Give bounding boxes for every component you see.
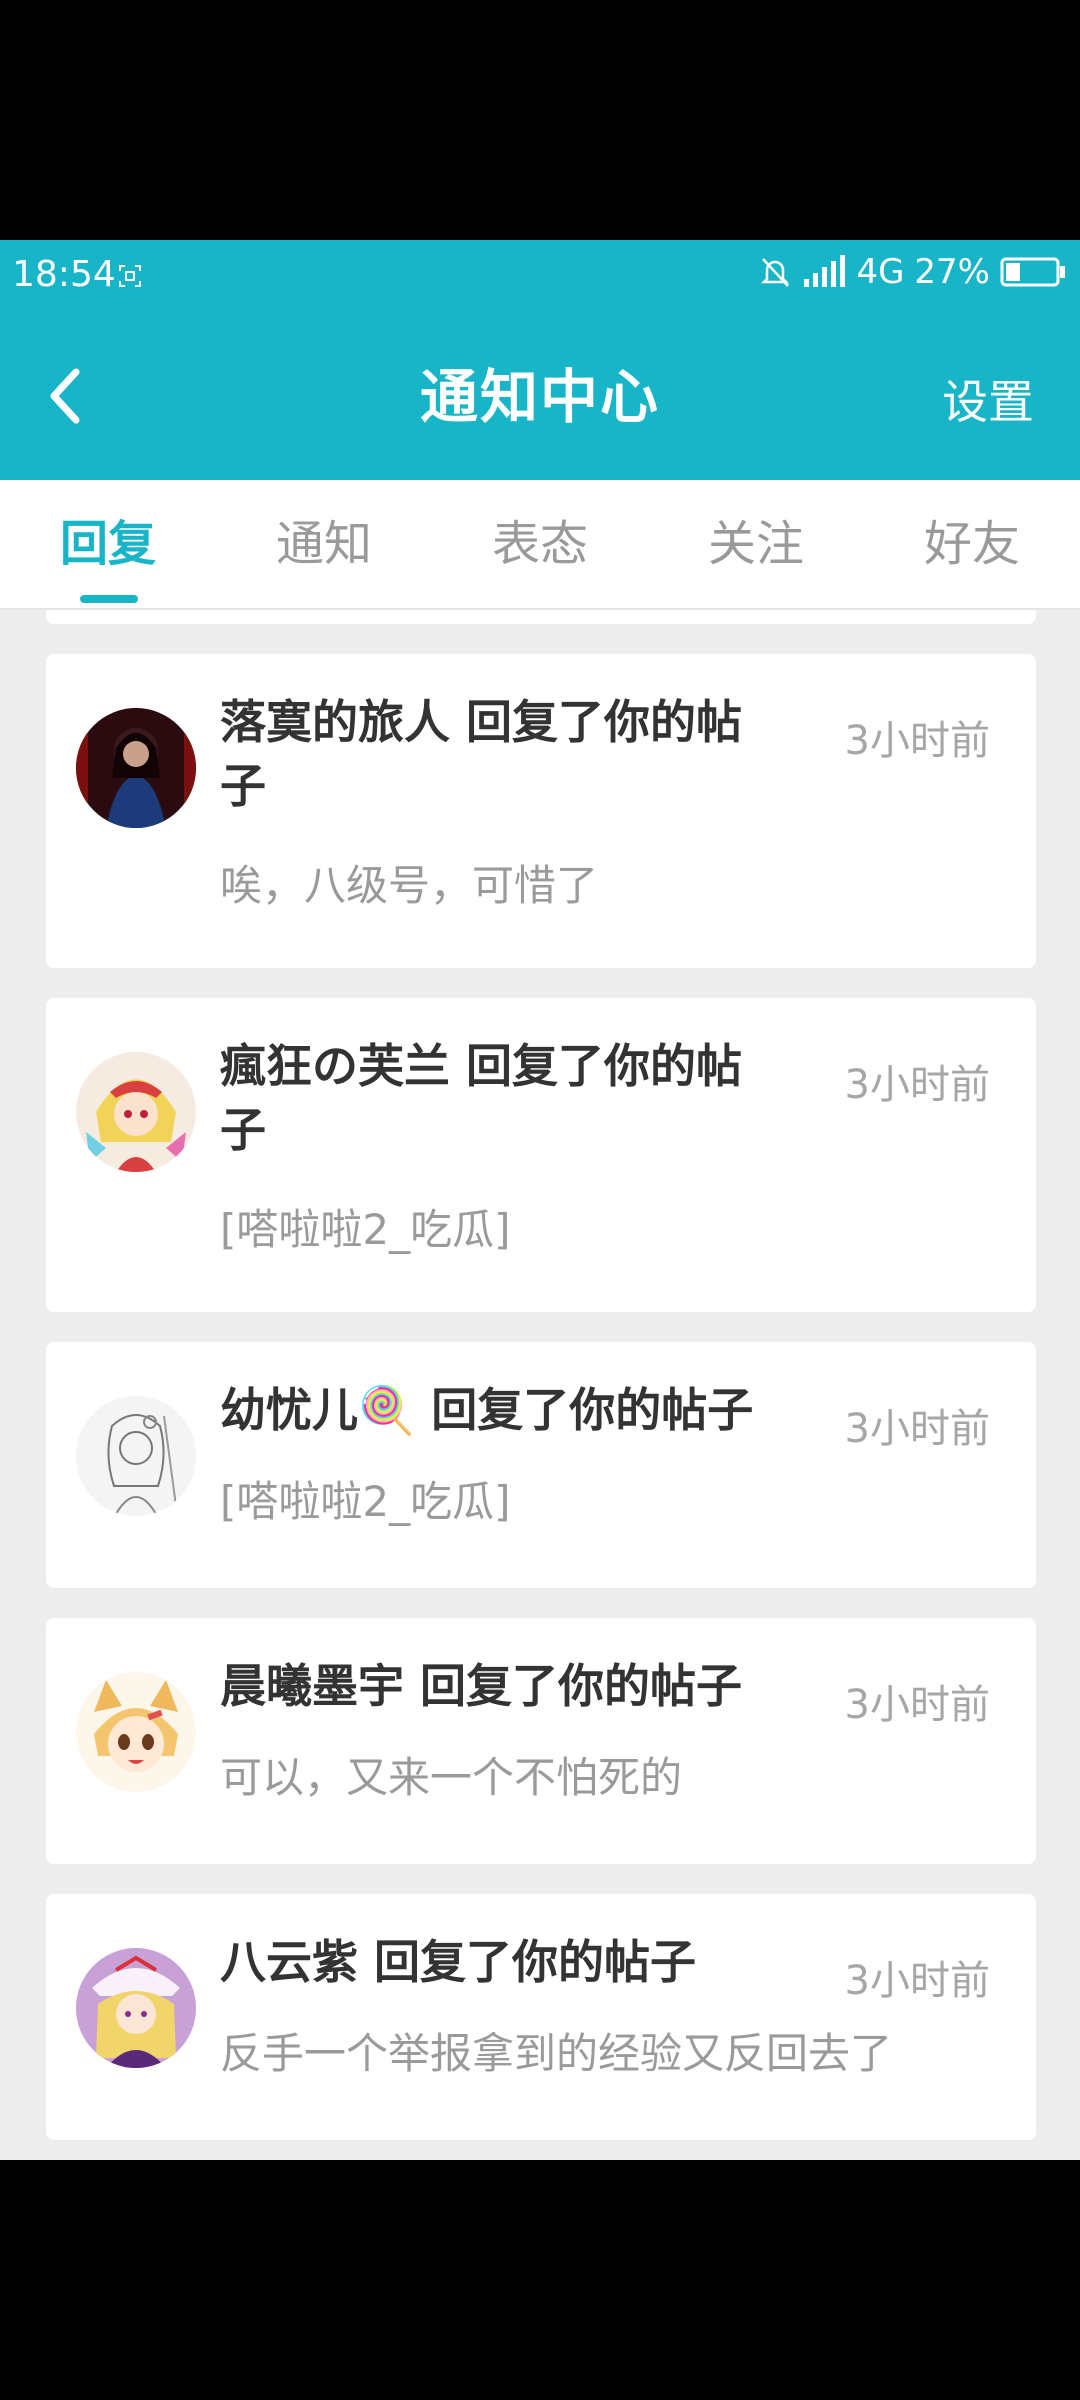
notification-title: 八云紫 回复了你的帖子 xyxy=(220,1930,780,1994)
title-bar: 通知中心 设置 xyxy=(0,314,1080,480)
list-item[interactable]: 瘋狂の芙兰 回复了你的帖子 3小时前 [嗒啦啦2_吃瓜] xyxy=(46,998,1036,1312)
action-text: 回复了你的帖子 xyxy=(420,1659,743,1713)
screenshot-icon xyxy=(118,264,142,288)
notification-title: 晨曦墨宇 回复了你的帖子 xyxy=(220,1654,780,1718)
page-title: 通知中心 xyxy=(419,363,660,431)
reply-content: 反手一个举报拿到的经验又反回去了 xyxy=(220,2029,893,2078)
list-item[interactable]: 幼忧儿🍭 回复了你的帖子 3小时前 [嗒啦啦2_吃瓜] xyxy=(46,1342,1036,1588)
mute-bell-icon xyxy=(758,255,792,289)
username[interactable]: 落寞的旅人 xyxy=(220,695,450,749)
signal-icon xyxy=(802,255,846,289)
settings-button[interactable]: 设置 xyxy=(942,366,1034,432)
avatar[interactable] xyxy=(76,1948,196,2068)
avatar[interactable] xyxy=(76,1052,196,1172)
tab-notice[interactable]: 通知 xyxy=(216,480,432,608)
tab-friends[interactable]: 好友 xyxy=(864,480,1080,608)
list-item[interactable]: 八云紫 回复了你的帖子 3小时前 反手一个举报拿到的经验又反回去了 xyxy=(46,1894,1036,2140)
notification-title: 幼忧儿🍭 回复了你的帖子 xyxy=(220,1378,820,1442)
timestamp: 3小时前 xyxy=(844,1062,990,1108)
username[interactable]: 晨曦墨宇 xyxy=(220,1659,404,1713)
timestamp: 3小时前 xyxy=(844,718,990,764)
list-item[interactable] xyxy=(46,610,1036,624)
reply-content: 唉，八级号，可惜了 xyxy=(220,861,599,910)
reply-content: 可以，又来一个不怕死的 xyxy=(220,1753,683,1802)
avatar[interactable] xyxy=(76,1672,196,1792)
list-item[interactable]: 晨曦墨宇 回复了你的帖子 3小时前 可以，又来一个不怕死的 xyxy=(46,1618,1036,1864)
tab-bar: 回复 通知 表态 关注 好友 xyxy=(0,480,1080,610)
active-tab-indicator xyxy=(80,595,138,603)
network-type: 4G xyxy=(856,252,905,292)
notification-title: 落寞的旅人 回复了你的帖子 xyxy=(220,690,780,818)
tab-follow[interactable]: 关注 xyxy=(648,480,864,608)
battery-icon xyxy=(1000,256,1066,288)
username[interactable]: 瘋狂の芙兰 xyxy=(220,1039,450,1093)
notification-title: 瘋狂の芙兰 回复了你的帖子 xyxy=(220,1034,780,1162)
timestamp: 3小时前 xyxy=(844,1958,990,2004)
tab-reply[interactable]: 回复 xyxy=(0,480,216,608)
avatar[interactable] xyxy=(76,1396,196,1516)
tab-reaction[interactable]: 表态 xyxy=(432,480,648,608)
username[interactable]: 幼忧儿🍭 xyxy=(220,1383,415,1437)
timestamp: 3小时前 xyxy=(844,1682,990,1728)
action-text: 回复了你的帖子 xyxy=(431,1383,754,1437)
battery-percent: 27% xyxy=(914,252,990,292)
status-bar: 18:54 4G 27% xyxy=(0,240,1080,314)
notification-center-screen: 18:54 4G 27% 通知中心 设置 回复 通知 表态 关注 好友 落寞的旅… xyxy=(0,240,1080,2160)
avatar[interactable] xyxy=(76,708,196,828)
status-time: 18:54 xyxy=(12,254,116,295)
reply-content: [嗒啦啦2_吃瓜] xyxy=(220,1205,511,1254)
timestamp: 3小时前 xyxy=(844,1406,990,1452)
reply-content: [嗒啦啦2_吃瓜] xyxy=(220,1477,511,1526)
list-item[interactable]: 落寞的旅人 回复了你的帖子 3小时前 唉，八级号，可惜了 xyxy=(46,654,1036,968)
username[interactable]: 八云紫 xyxy=(220,1935,358,1989)
status-icons: 4G 27% xyxy=(758,252,1066,292)
action-text: 回复了你的帖子 xyxy=(374,1935,697,1989)
